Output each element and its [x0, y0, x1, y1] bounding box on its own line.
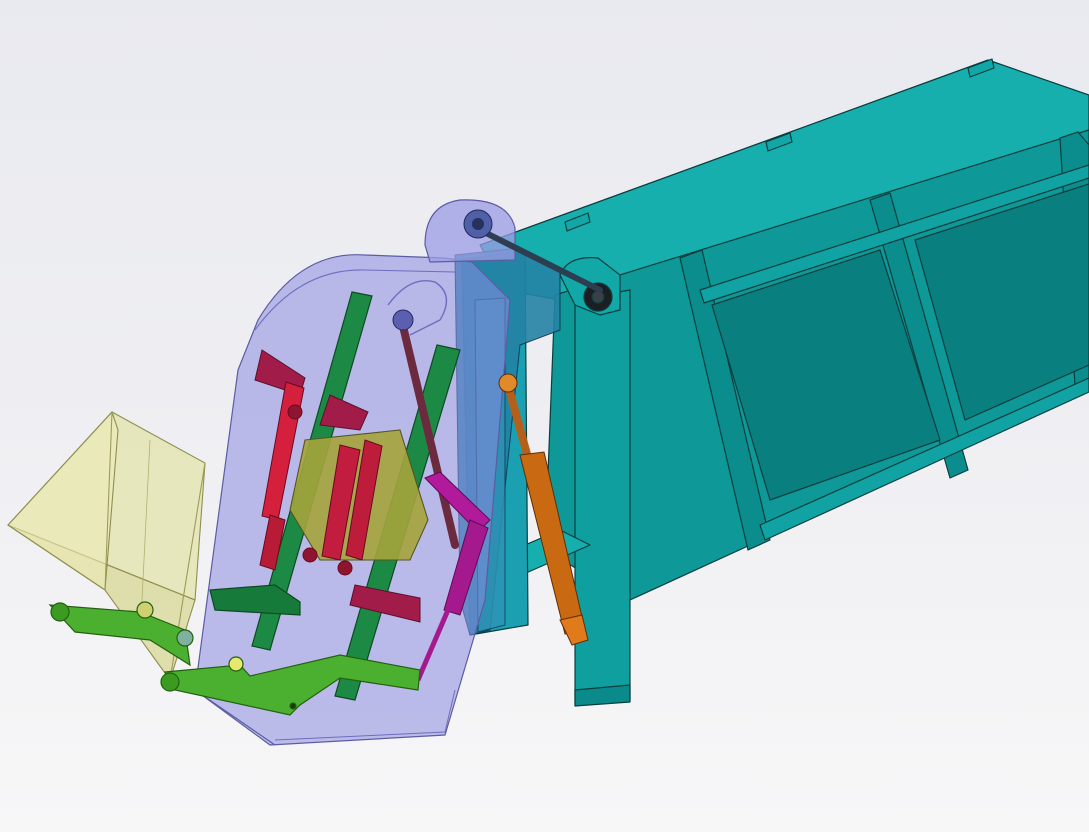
compactor-body[interactable]: [461, 58, 1089, 707]
cad-viewport[interactable]: [0, 0, 1089, 832]
3d-model-scene[interactable]: [0, 0, 1089, 832]
